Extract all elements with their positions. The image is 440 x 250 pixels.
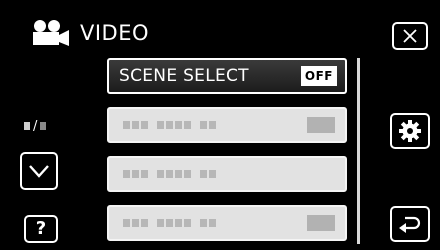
- page-indicator: /: [24, 116, 64, 136]
- page-separator: /: [33, 118, 38, 134]
- menu-item-4[interactable]: [107, 205, 347, 241]
- menu-item-scene-select[interactable]: SCENE SELECT OFF: [107, 58, 347, 94]
- video-menu-screen: VIDEO / ? SCENE SELECT OFF: [0, 0, 440, 250]
- help-button[interactable]: ?: [24, 215, 58, 243]
- menu-item-2[interactable]: [107, 107, 347, 143]
- help-label: ?: [35, 218, 47, 239]
- masked-value-badge: [307, 215, 335, 231]
- video-camera-icon: [33, 20, 69, 46]
- page-title: VIDEO: [80, 21, 150, 45]
- status-badge: OFF: [300, 66, 337, 86]
- close-icon: [403, 29, 417, 43]
- gear-icon: [399, 120, 421, 142]
- masked-label: [123, 170, 216, 178]
- return-arrow-icon: [399, 216, 421, 233]
- chevron-down-icon: [29, 165, 49, 178]
- masked-label: [123, 121, 216, 129]
- settings-button[interactable]: [390, 113, 430, 149]
- close-button[interactable]: [392, 22, 428, 50]
- back-button[interactable]: [390, 206, 430, 242]
- menu-item-label: SCENE SELECT: [119, 66, 249, 86]
- masked-value-badge: [307, 117, 335, 133]
- masked-label: [123, 219, 216, 227]
- scrollbar[interactable]: [357, 58, 360, 244]
- menu-item-3[interactable]: [107, 156, 347, 192]
- scroll-down-button[interactable]: [20, 152, 58, 190]
